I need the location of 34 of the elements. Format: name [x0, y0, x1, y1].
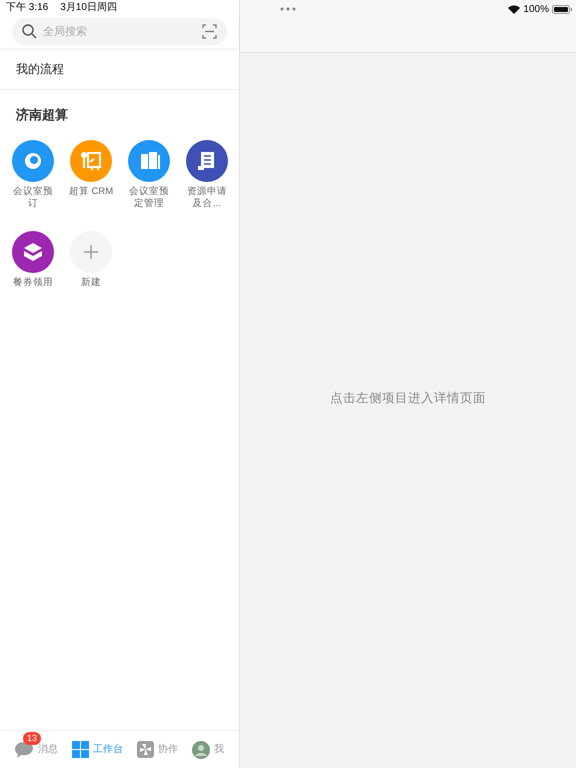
app-icon[interactable] [12, 140, 54, 182]
more-icon [280, 7, 296, 11]
app-label[interactable]: 资源申请及合… [183, 186, 231, 210]
search-field[interactable]: 全局搜索 [12, 18, 227, 45]
unread-badge: 13 [23, 732, 42, 744]
wifi-icon [508, 5, 520, 14]
app-icon[interactable] [12, 230, 54, 272]
app-icon[interactable] [128, 140, 170, 182]
search-input[interactable]: 全局搜索 [43, 18, 196, 45]
grid-icon [72, 741, 89, 758]
fan-icon [137, 741, 154, 758]
battery-percent: 100% [523, 3, 549, 17]
easel-icon [81, 152, 101, 170]
scan-icon[interactable] [202, 24, 217, 39]
app-label[interactable]: 超算 CRM [67, 186, 115, 198]
status-date: 3月10日周四 [60, 1, 117, 15]
search-icon [22, 24, 37, 39]
app-label[interactable]: 会议室预定管理 [125, 186, 173, 210]
chat-icon [14, 740, 34, 758]
building-icon [141, 152, 160, 168]
avatar-icon [192, 740, 210, 758]
app-label[interactable]: 新建 [67, 276, 115, 288]
app-label[interactable]: 餐券领用 [9, 276, 57, 288]
empty-hint: 点击左侧项目进入详情页面 [330, 390, 486, 408]
tab-bar-item[interactable]: 工作台 [72, 741, 123, 758]
section-title: 济南超算 [15, 106, 69, 124]
app-icon[interactable] [186, 140, 228, 182]
status-time: 下午 3:16 [6, 1, 48, 15]
document-icon [198, 152, 214, 170]
plus-icon [83, 244, 99, 260]
box-icon [24, 242, 42, 260]
my-flow-item[interactable]: 我的流程 [0, 49, 239, 90]
app-label[interactable]: 会议室预订 [9, 186, 57, 210]
battery-icon [552, 5, 572, 14]
